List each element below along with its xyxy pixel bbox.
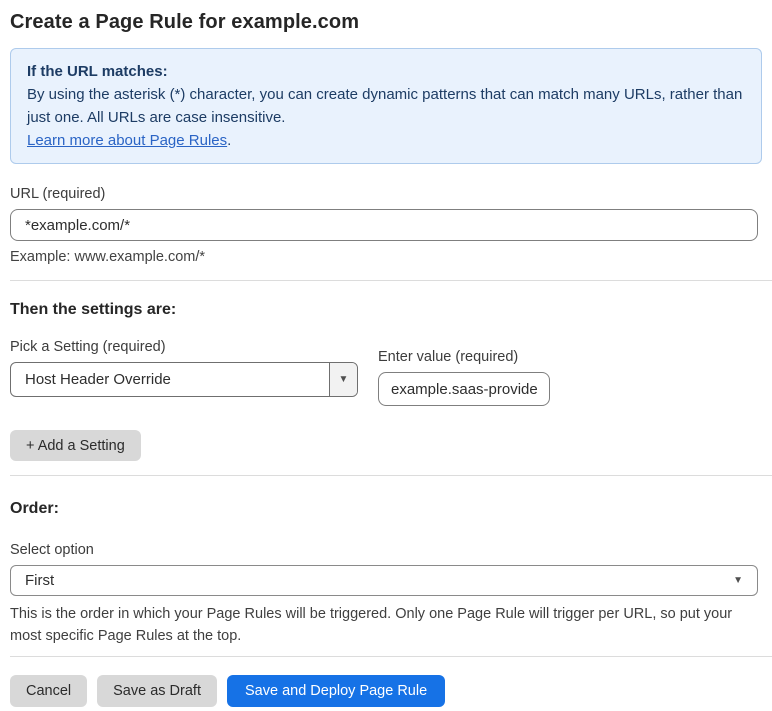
- footer-actions: Cancel Save as Draft Save and Deploy Pag…: [10, 675, 762, 707]
- page-title: Create a Page Rule for example.com: [10, 11, 360, 33]
- info-box-heading: If the URL matches:: [27, 63, 168, 80]
- setting-value-label: Enter value (required): [378, 349, 519, 365]
- url-field-label: URL (required): [10, 186, 106, 202]
- learn-more-link[interactable]: Learn more about Page Rules: [27, 132, 227, 149]
- settings-row: Pick a Setting (required) Host Header Ov…: [10, 337, 762, 406]
- setting-picker-label: Pick a Setting (required): [10, 339, 166, 355]
- setting-dropdown-value: Host Header Override: [25, 371, 171, 388]
- order-help-text: This is the order in which your Page Rul…: [10, 606, 733, 644]
- url-match-info-box: If the URL matches: By using the asteris…: [10, 48, 762, 164]
- settings-section-heading: Then the settings are:: [10, 301, 177, 318]
- divider: [10, 656, 772, 657]
- add-setting-button[interactable]: + Add a Setting: [10, 430, 141, 461]
- chevron-down-icon: ▼: [338, 373, 349, 385]
- setting-picker-column: Pick a Setting (required) Host Header Ov…: [10, 337, 358, 406]
- info-box-link-line: Learn more about Page Rules.: [27, 129, 745, 152]
- setting-dropdown[interactable]: Host Header Override ▼: [10, 362, 358, 397]
- order-select[interactable]: First ▼: [10, 565, 758, 596]
- page-rule-form: Create a Page Rule for example.com If th…: [0, 0, 772, 707]
- info-box-body: By using the asterisk (*) character, you…: [27, 86, 743, 126]
- url-input[interactable]: [10, 209, 758, 241]
- divider: [10, 475, 772, 476]
- order-select-value: First: [25, 572, 55, 589]
- divider: [10, 280, 772, 281]
- link-suffix: .: [227, 132, 232, 149]
- setting-dropdown-arrow-segment[interactable]: ▼: [329, 363, 357, 396]
- setting-value-input[interactable]: [378, 372, 550, 406]
- order-section-heading: Order:: [10, 500, 59, 517]
- setting-value-column: Enter value (required): [378, 347, 550, 406]
- cancel-button[interactable]: Cancel: [10, 675, 88, 707]
- order-select-label: Select option: [10, 542, 94, 558]
- save-as-draft-button[interactable]: Save as Draft: [97, 675, 217, 707]
- chevron-down-icon: ▼: [733, 574, 743, 586]
- save-and-deploy-button[interactable]: Save and Deploy Page Rule: [226, 675, 446, 707]
- url-example-text: Example: www.example.com/*: [10, 249, 206, 265]
